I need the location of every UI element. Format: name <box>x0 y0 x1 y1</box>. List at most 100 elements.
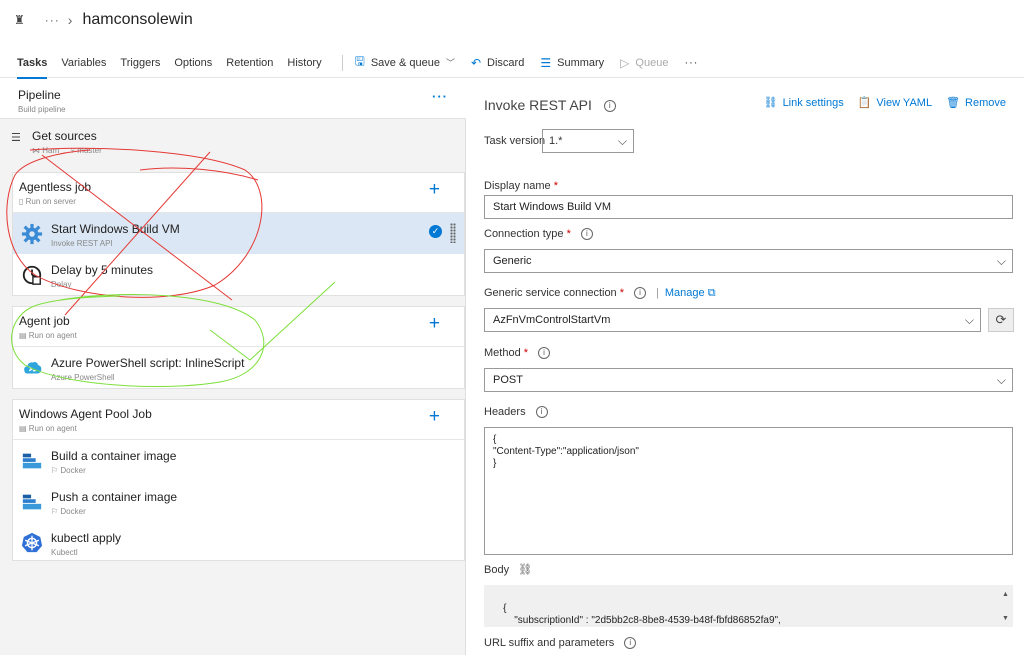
add-task-icon[interactable]: + <box>429 313 440 335</box>
tab-variables[interactable]: Variables <box>61 48 106 78</box>
task-version-label: Task version <box>484 135 546 147</box>
tab-options[interactable]: Options <box>174 48 212 78</box>
phase-header[interactable]: Windows Agent Pool Job ▤ Run on agent + <box>13 400 464 440</box>
save-queue-label: Save & queue <box>370 56 440 69</box>
service-connection-value: AzFnVmControlStartVm <box>493 314 611 326</box>
info-icon: i <box>538 347 551 360</box>
task-kubectl-apply[interactable]: kubectl apply Kubectl <box>13 522 464 563</box>
queue-button[interactable]: ▷ Queue <box>620 56 668 70</box>
headers-textarea[interactable]: { "Content-Type":"application/json" } <box>484 427 1013 555</box>
get-sources-item[interactable]: ☰ Get sources ⋈ Ham ⑂ master <box>0 121 466 157</box>
info-icon: i <box>580 228 593 241</box>
chevron-down-icon: ⌵ <box>996 373 1006 387</box>
scrollbar[interactable]: ▲ ▼ <box>1002 589 1010 623</box>
undo-icon: ↶ <box>470 55 482 70</box>
phase-subtitle: ▯ Run on server <box>19 197 76 206</box>
pipeline-panel: Pipeline Build pipeline ··· ☰ Get source… <box>0 79 466 655</box>
body-value: { "subscriptionId" : "2d5bb2c8-8be8-4539… <box>503 603 781 626</box>
summary-button[interactable]: ☰ Summary <box>540 56 604 70</box>
task-push-container-image[interactable]: Push a container image ⚐ Docker <box>13 481 464 522</box>
body-textarea[interactable]: { "subscriptionId" : "2d5bb2c8-8be8-4539… <box>484 585 1013 627</box>
phase-header[interactable]: Agent job ▤ Run on agent + <box>13 307 464 347</box>
info-icon: i <box>624 637 637 650</box>
repo-name: Ham <box>42 146 60 155</box>
task-start-windows-build-vm[interactable]: Start Windows Build VM Invoke REST API ✓ <box>13 213 464 254</box>
add-task-icon[interactable]: + <box>429 406 440 428</box>
task-panel-title: Invoke REST API i <box>484 97 616 113</box>
task-panel-title-text: Invoke REST API <box>484 97 592 113</box>
phase-header[interactable]: Agentless job ▯ Run on server + <box>13 173 464 213</box>
kubernetes-icon <box>21 532 43 553</box>
trash-icon: 🗑 <box>946 97 961 109</box>
body-label: Body ⛓ <box>484 564 533 576</box>
task-version-select[interactable]: 1.* ⌵ <box>542 129 634 153</box>
chevron-down-icon: ⌵ <box>617 134 627 148</box>
repo-icon: ⋈ <box>32 146 40 155</box>
list-icon: ☰ <box>540 55 552 70</box>
add-task-icon[interactable]: + <box>429 179 440 201</box>
docker-icon <box>22 494 42 510</box>
display-name-label: Display name * <box>484 180 558 192</box>
chevron-right-icon: › <box>67 12 73 28</box>
remove-button[interactable]: 🗑 Remove <box>946 96 1006 110</box>
manage-link[interactable]: Manage ⧉ <box>665 287 716 299</box>
pipeline-subtitle: Build pipeline <box>18 105 66 114</box>
task-type: Invoke REST API <box>51 239 113 248</box>
connection-type-select[interactable]: Generic ⌵ <box>484 249 1013 273</box>
url-suffix-label: URL suffix and parameters i <box>484 637 637 650</box>
chevron-down-icon: ⌵ <box>964 313 974 327</box>
save-icon: 🖫 <box>354 54 365 68</box>
azure-powershell-icon <box>24 361 42 374</box>
docker-icon <box>22 453 42 469</box>
task-name: Push a container image <box>51 490 178 504</box>
pipeline-header[interactable]: Pipeline Build pipeline ··· <box>0 79 466 119</box>
drag-handle-icon[interactable] <box>450 223 456 243</box>
discard-button[interactable]: ↶ Discard <box>471 56 524 70</box>
more-breadcrumb-icon[interactable]: ··· <box>45 13 60 27</box>
info-icon[interactable]: i <box>603 100 616 113</box>
play-icon: ▷ <box>620 55 630 70</box>
more-actions-icon[interactable]: ··· <box>684 57 698 69</box>
pipeline-more-icon[interactable]: ··· <box>432 89 448 104</box>
phase-agent-job: Agent job ▤ Run on agent + Azure PowerSh… <box>12 306 465 389</box>
task-name: Start Windows Build VM <box>51 222 180 236</box>
task-type: Kubectl <box>51 548 78 557</box>
top-bar: ♜ ··· › hamconsolewin <box>0 0 1024 40</box>
task-type: Delay <box>51 280 72 289</box>
method-value: POST <box>493 374 523 386</box>
tab-history[interactable]: History <box>287 48 321 78</box>
phase-title: Agent job <box>19 314 70 328</box>
service-connection-select[interactable]: AzFnVmControlStartVm ⌵ <box>484 308 981 332</box>
discard-label: Discard <box>487 56 525 69</box>
phase-agentless-job: Agentless job ▯ Run on server + Start Wi… <box>12 172 465 296</box>
branch-name: master <box>77 146 102 155</box>
link-icon: ⛓ <box>763 97 778 109</box>
tab-retention[interactable]: Retention <box>226 48 273 78</box>
task-build-container-image[interactable]: Build a container image ⚐ Docker <box>13 440 464 481</box>
gear-icon <box>21 223 43 245</box>
info-icon: i <box>535 406 548 419</box>
pipeline-icon[interactable]: ♜ <box>14 13 25 27</box>
tab-triggers[interactable]: Triggers <box>120 48 160 78</box>
queue-label: Queue <box>635 56 669 69</box>
pipeline-title: Pipeline <box>18 88 61 102</box>
tab-tasks[interactable]: Tasks <box>17 48 48 79</box>
task-delay[interactable]: Delay by 5 minutes Delay <box>13 254 464 295</box>
refresh-icon[interactable]: ⟳ <box>988 308 1014 332</box>
get-sources-title: Get sources <box>32 129 97 143</box>
display-name-input[interactable]: Start Windows Build VM <box>484 195 1013 219</box>
page-title: hamconsolewin <box>82 11 193 28</box>
check-icon: ✓ <box>429 225 442 238</box>
save-queue-button[interactable]: 🖫 Save & queue ﹀ <box>355 52 455 73</box>
link-settings-button[interactable]: ⛓ Link settings <box>763 96 844 110</box>
branch-icon: ⑂ <box>70 146 76 155</box>
task-panel-actions: ⛓ Link settings 📋 View YAML 🗑 Remove <box>750 96 1006 110</box>
view-yaml-label: View YAML <box>876 96 933 109</box>
view-yaml-button[interactable]: 📋 View YAML <box>858 96 933 110</box>
task-azure-powershell[interactable]: Azure PowerShell script: InlineScript Az… <box>13 347 464 388</box>
task-type: ⚐ Docker <box>51 466 86 475</box>
phase-title: Windows Agent Pool Job <box>19 407 152 421</box>
method-select[interactable]: POST ⌵ <box>484 368 1013 392</box>
chevron-down-icon[interactable]: ﹀ <box>446 56 455 69</box>
connection-type-label: Connection type * i <box>484 228 593 241</box>
